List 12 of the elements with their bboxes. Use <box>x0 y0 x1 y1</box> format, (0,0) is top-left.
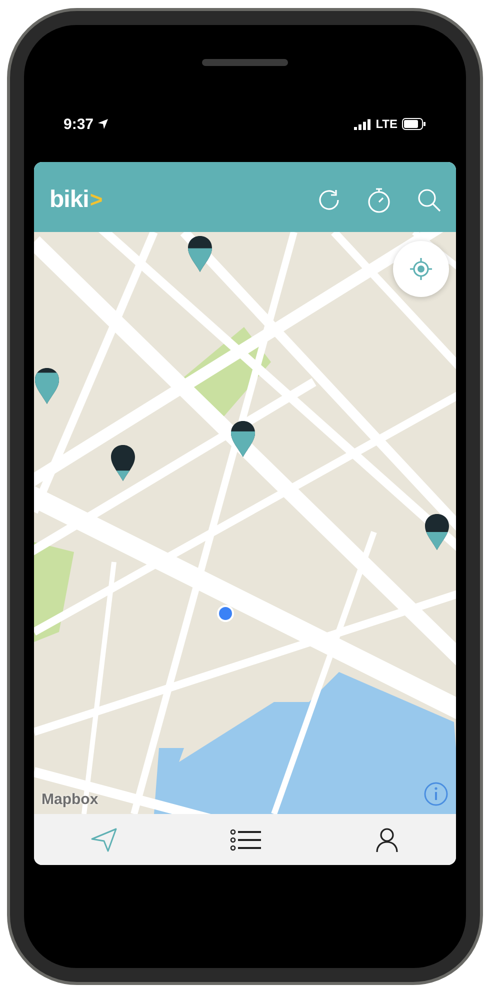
target-icon <box>410 258 432 280</box>
network-label: LTE <box>376 117 398 131</box>
navigation-arrow-icon <box>90 826 118 852</box>
location-arrow-icon <box>98 119 108 129</box>
current-location-dot <box>216 605 234 622</box>
signal-icon <box>354 118 372 130</box>
app-logo: biki> <box>50 186 102 214</box>
list-icon <box>230 828 262 850</box>
person-icon <box>375 826 400 852</box>
battery-icon <box>402 118 426 130</box>
status-time: 9:37 <box>64 116 94 132</box>
map-attribution: Mapbox <box>42 791 98 808</box>
